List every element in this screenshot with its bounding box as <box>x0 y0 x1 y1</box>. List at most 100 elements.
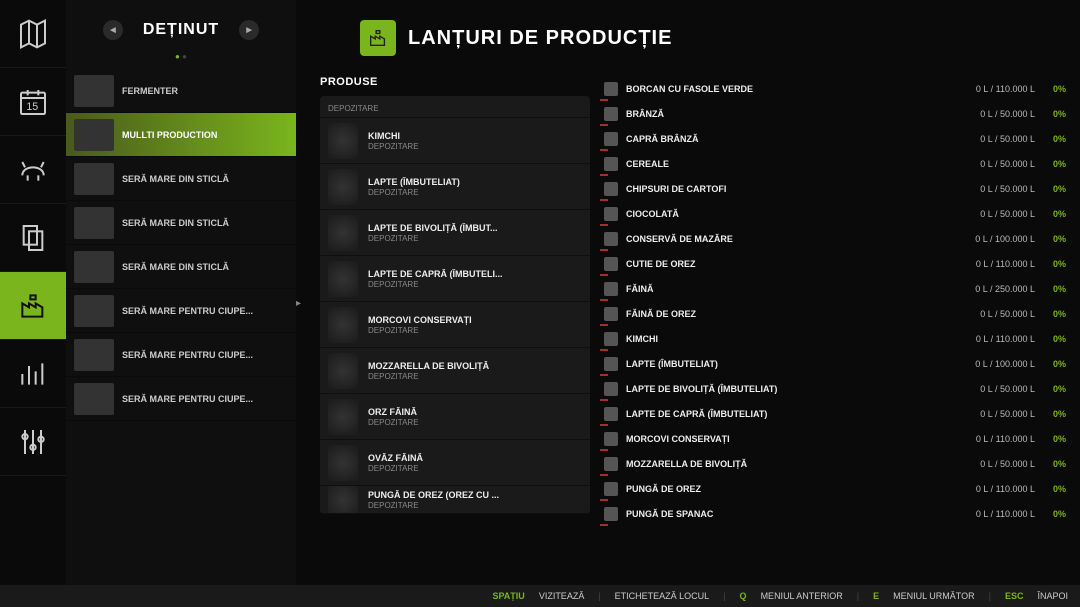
stat-name: CUTIE DE OREZ <box>626 259 968 269</box>
product-storage-label: DEPOZITARE <box>368 142 419 151</box>
stat-item[interactable]: KIMCHI0 L / 110.000 L0% <box>600 326 1070 351</box>
product-name: LAPTE (ÎMBUTELIAT) <box>368 177 460 187</box>
owned-item[interactable]: SERĂ MARE PENTRU CIUPE... <box>66 289 296 333</box>
product-storage-label: DEPOZITARE <box>368 464 423 473</box>
owned-item[interactable]: FERMENTER <box>66 69 296 113</box>
owned-item[interactable]: SERĂ MARE DIN STICLĂ <box>66 245 296 289</box>
stat-item[interactable]: LAPTE DE CAPRĂ (ÎMBUTELIAT)0 L / 50.000 … <box>600 401 1070 426</box>
owned-item-label: SERĂ MARE PENTRU CIUPE... <box>122 306 253 316</box>
stat-item[interactable]: MORCOVI CONSERVAȚI0 L / 110.000 L0% <box>600 426 1070 451</box>
product-name: MORCOVI CONSERVAȚI <box>368 315 472 325</box>
stat-name: LAPTE DE CAPRĂ (ÎMBUTELIAT) <box>626 409 972 419</box>
hint-label: MENIUL URMĂTOR <box>893 591 975 601</box>
product-item[interactable]: DEPOZITARE <box>320 96 590 118</box>
nav-animals[interactable] <box>0 136 66 204</box>
stat-percentage: 0% <box>1053 334 1066 344</box>
building-thumbnail <box>74 295 114 327</box>
stat-amount: 0 L / 100.000 L <box>975 359 1035 369</box>
product-storage-label: DEPOZITARE <box>368 418 419 427</box>
stat-icon <box>604 357 618 371</box>
product-item[interactable]: LAPTE DE CAPRĂ (ÎMBUTELI...DEPOZITARE <box>320 256 590 302</box>
footer-hints: SPAȚIUVIZITEAZĂ|ETICHETEAZĂ LOCUL|QMENIU… <box>0 585 1080 607</box>
stat-name: CIOCOLATĂ <box>626 209 972 219</box>
stat-item[interactable]: CIOCOLATĂ0 L / 50.000 L0% <box>600 201 1070 226</box>
nav-production[interactable] <box>0 272 66 340</box>
product-name: KIMCHI <box>368 131 419 141</box>
stat-icon <box>604 232 618 246</box>
product-item[interactable]: LAPTE (ÎMBUTELIAT)DEPOZITARE <box>320 164 590 210</box>
owned-item-label: SERĂ MARE DIN STICLĂ <box>122 262 229 272</box>
product-item[interactable]: LAPTE DE BIVOLIȚĂ (ÎMBUT...DEPOZITARE <box>320 210 590 256</box>
nav-map[interactable] <box>0 0 66 68</box>
stat-amount: 0 L / 110.000 L <box>976 434 1035 444</box>
building-thumbnail <box>74 207 114 239</box>
production-icon <box>360 20 396 56</box>
stat-item[interactable]: LAPTE DE BIVOLIȚĂ (ÎMBUTELIAT)0 L / 50.0… <box>600 376 1070 401</box>
owned-item[interactable]: MULLTI PRODUCTION <box>66 113 296 157</box>
building-thumbnail <box>74 339 114 371</box>
stat-icon <box>604 482 618 496</box>
stat-percentage: 0% <box>1053 409 1066 419</box>
product-name: ORZ FĂINĂ <box>368 407 419 417</box>
stat-item[interactable]: CHIPSURI DE CARTOFI0 L / 50.000 L0% <box>600 176 1070 201</box>
owned-item-label: SERĂ MARE DIN STICLĂ <box>122 174 229 184</box>
stat-icon <box>604 207 618 221</box>
nav-settings[interactable] <box>0 408 66 476</box>
hint-label: MENIUL ANTERIOR <box>761 591 843 601</box>
owned-item[interactable]: SERĂ MARE DIN STICLĂ <box>66 201 296 245</box>
product-thumbnail <box>328 486 358 514</box>
stat-percentage: 0% <box>1053 384 1066 394</box>
stat-icon <box>604 457 618 471</box>
product-item[interactable]: OVĂZ FĂINĂDEPOZITARE <box>320 440 590 486</box>
stat-item[interactable]: LAPTE (ÎMBUTELIAT)0 L / 100.000 L0% <box>600 351 1070 376</box>
product-item[interactable]: KIMCHIDEPOZITARE <box>320 118 590 164</box>
nav-stats[interactable] <box>0 340 66 408</box>
product-item[interactable]: MORCOVI CONSERVAȚIDEPOZITARE <box>320 302 590 348</box>
svg-text:15: 15 <box>26 101 38 113</box>
stat-percentage: 0% <box>1053 484 1066 494</box>
expand-handle[interactable]: ▸ <box>296 284 304 324</box>
separator: | <box>723 591 725 601</box>
owned-prev-button[interactable]: ◄ <box>103 20 123 40</box>
stat-item[interactable]: CUTIE DE OREZ0 L / 110.000 L0% <box>600 251 1070 276</box>
product-item[interactable]: MOZZARELLA DE BIVOLIȚĂDEPOZITARE <box>320 348 590 394</box>
owned-item-label: MULLTI PRODUCTION <box>122 130 217 140</box>
stat-item[interactable]: BORCAN CU FASOLE VERDE0 L / 110.000 L0% <box>600 76 1070 101</box>
stat-item[interactable]: MOZZARELLA DE BIVOLIȚĂ0 L / 50.000 L0% <box>600 451 1070 476</box>
product-item[interactable]: ORZ FĂINĂDEPOZITARE <box>320 394 590 440</box>
stat-icon <box>604 507 618 521</box>
building-thumbnail <box>74 75 114 107</box>
product-item[interactable]: PUNGĂ DE OREZ (OREZ CU ...DEPOZITARE <box>320 486 590 514</box>
stat-item[interactable]: BRÂNZĂ0 L / 50.000 L0% <box>600 101 1070 126</box>
product-thumbnail <box>328 307 358 343</box>
stat-item[interactable]: PUNGĂ DE OREZ0 L / 110.000 L0% <box>600 476 1070 501</box>
stat-percentage: 0% <box>1053 359 1066 369</box>
stat-amount: 0 L / 50.000 L <box>980 384 1035 394</box>
product-thumbnail <box>328 123 358 159</box>
stat-item[interactable]: CONSERVĂ DE MAZĂRE0 L / 100.000 L0% <box>600 226 1070 251</box>
product-name: MOZZARELLA DE BIVOLIȚĂ <box>368 361 489 371</box>
nav-documents[interactable] <box>0 204 66 272</box>
owned-item[interactable]: SERĂ MARE DIN STICLĂ <box>66 157 296 201</box>
stat-amount: 0 L / 50.000 L <box>980 309 1035 319</box>
stat-item[interactable]: PUNGĂ DE SPANAC0 L / 110.000 L0% <box>600 501 1070 526</box>
stat-icon <box>604 307 618 321</box>
stat-icon <box>604 382 618 396</box>
product-storage-label: DEPOZITARE <box>368 372 489 381</box>
stat-item[interactable]: CEREALE0 L / 50.000 L0% <box>600 151 1070 176</box>
owned-item-label: SERĂ MARE PENTRU CIUPE... <box>122 394 253 404</box>
stat-item[interactable]: CAPRĂ BRÂNZĂ0 L / 50.000 L0% <box>600 126 1070 151</box>
building-thumbnail <box>74 119 114 151</box>
stat-percentage: 0% <box>1053 184 1066 194</box>
product-storage-label: DEPOZITARE <box>368 280 503 289</box>
owned-next-button[interactable]: ► <box>239 20 259 40</box>
stat-name: CONSERVĂ DE MAZĂRE <box>626 234 967 244</box>
stat-name: MOZZARELLA DE BIVOLIȚĂ <box>626 459 972 469</box>
stat-item[interactable]: FĂINĂ0 L / 250.000 L0% <box>600 276 1070 301</box>
nav-calendar[interactable]: 15 <box>0 68 66 136</box>
stat-item[interactable]: FĂINĂ DE OREZ0 L / 50.000 L0% <box>600 301 1070 326</box>
owned-item[interactable]: SERĂ MARE PENTRU CIUPE... <box>66 377 296 421</box>
owned-item[interactable]: SERĂ MARE PENTRU CIUPE... <box>66 333 296 377</box>
stat-percentage: 0% <box>1053 134 1066 144</box>
stat-name: MORCOVI CONSERVAȚI <box>626 434 968 444</box>
